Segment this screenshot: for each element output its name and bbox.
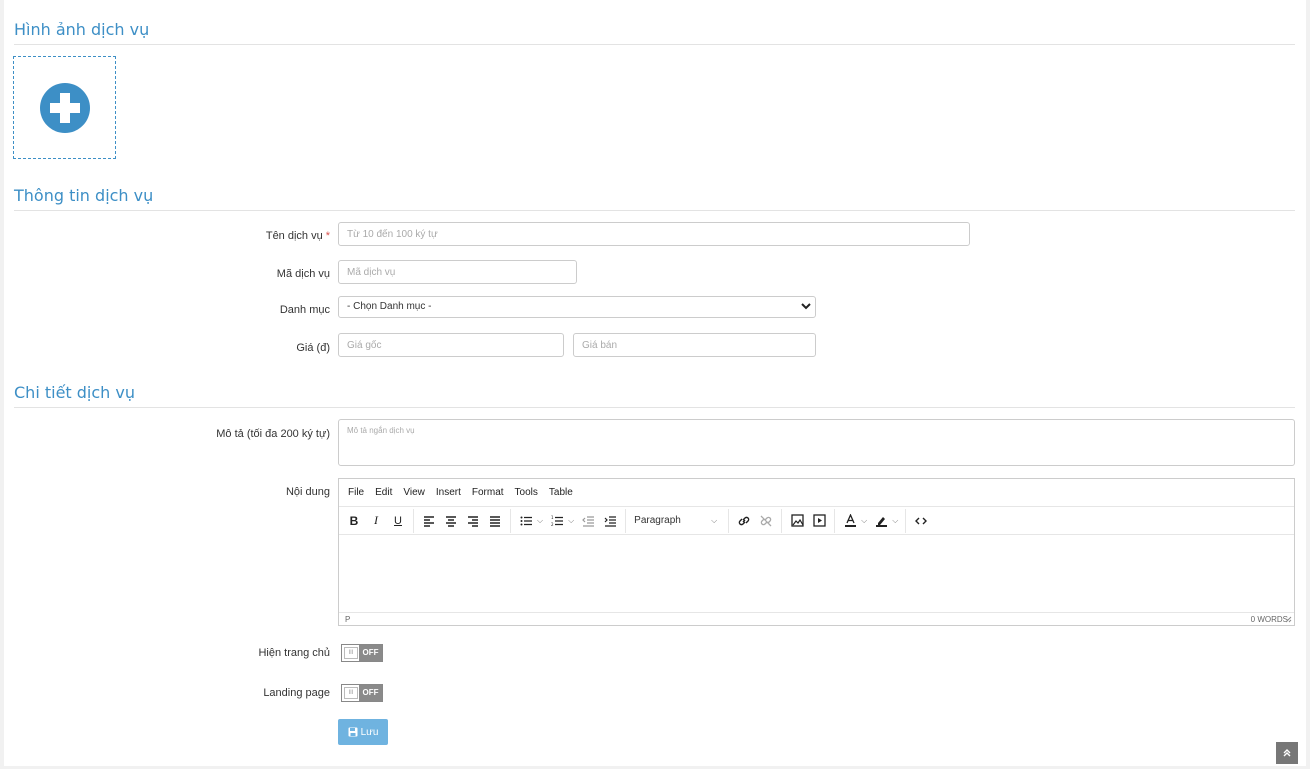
outdent-icon[interactable] — [578, 511, 598, 531]
toolbar-separator — [510, 508, 511, 533]
unlink-icon[interactable] — [756, 511, 776, 531]
section-divider — [14, 407, 1295, 408]
menu-tools[interactable]: Tools — [515, 487, 538, 498]
landing-toggle[interactable]: III OFF — [341, 684, 383, 702]
save-button-label: Lưu — [360, 726, 379, 738]
chevron-down-icon[interactable]: ⌵ — [537, 516, 543, 526]
rich-text-editor: File Edit View Insert Format Tools Table… — [338, 478, 1295, 626]
add-image-button[interactable] — [13, 56, 116, 159]
homepage-toggle-label-row: Hiện trang chủ — [4, 644, 330, 666]
menu-edit[interactable]: Edit — [375, 487, 392, 498]
highlight-color-icon[interactable] — [871, 511, 891, 531]
toggle-state-label: OFF — [359, 645, 382, 661]
editor-content-area[interactable] — [339, 535, 1294, 611]
content-label: Nội dung — [285, 486, 330, 498]
resize-handle-icon[interactable] — [1284, 615, 1292, 623]
align-justify-icon[interactable] — [485, 511, 505, 531]
service-code-label: Mã dịch vụ — [276, 268, 330, 280]
required-marker: * — [325, 230, 330, 242]
category-label: Danh mục — [279, 304, 330, 316]
description-textarea[interactable] — [338, 419, 1295, 466]
numbered-list-icon[interactable]: 12 — [547, 511, 567, 531]
section-title-image: Hình ảnh dịch vụ — [14, 20, 150, 39]
chevron-down-icon[interactable]: ⌵ — [861, 516, 867, 526]
toolbar-separator — [625, 508, 627, 533]
section-divider — [14, 44, 1295, 45]
image-icon[interactable] — [787, 511, 807, 531]
section-divider — [14, 210, 1295, 211]
toggle-knob: III — [344, 647, 358, 659]
indent-icon[interactable] — [600, 511, 620, 531]
chevron-down-icon[interactable]: ⌵ — [892, 516, 898, 526]
category-selected-value: - Chọn Danh mục - — [347, 301, 432, 312]
section-title-detail: Chi tiết dịch vụ — [14, 383, 135, 402]
toolbar-separator — [728, 508, 730, 533]
service-code-label-row: Mã dịch vụ — [4, 264, 330, 286]
toolbar-separator — [413, 508, 414, 533]
toolbar-separator — [834, 508, 836, 533]
italic-icon[interactable]: I — [366, 511, 386, 531]
menu-format[interactable]: Format — [472, 487, 504, 498]
content-label-row: Nội dung — [4, 482, 330, 504]
align-center-icon[interactable] — [441, 511, 461, 531]
plus-circle-icon — [40, 83, 90, 133]
service-name-label-row: Tên dịch vụ * — [4, 226, 330, 248]
original-price-input[interactable] — [338, 333, 564, 357]
toolbar-separator — [781, 508, 783, 533]
block-format-select[interactable]: Paragraph ⌵ — [630, 511, 724, 531]
svg-text:2: 2 — [551, 522, 554, 527]
bold-icon[interactable]: B — [344, 511, 364, 531]
service-code-input[interactable] — [338, 260, 577, 284]
media-icon[interactable] — [809, 511, 829, 531]
scroll-to-top-button[interactable] — [1276, 742, 1298, 764]
bullet-list-icon[interactable] — [516, 511, 536, 531]
category-select[interactable]: - Chọn Danh mục - — [338, 296, 816, 318]
service-name-input[interactable] — [338, 222, 970, 246]
block-format-value: Paragraph — [634, 515, 681, 526]
save-button[interactable]: Lưu — [338, 719, 388, 745]
description-label-row: Mô tả (tối đa 200 ký tự) — [4, 424, 330, 446]
menu-insert[interactable]: Insert — [436, 487, 461, 498]
source-code-icon[interactable] — [911, 511, 931, 531]
link-icon[interactable] — [734, 511, 754, 531]
landing-toggle-label-row: Landing page — [4, 684, 330, 706]
editor-toolbar: B I U ⌵ 12 ⌵ Paragraph ⌵ ⌵ ⌵ — [339, 507, 1294, 535]
toggle-knob: III — [344, 687, 358, 699]
sale-price-input[interactable] — [573, 333, 816, 357]
chevron-down-icon — [801, 303, 811, 310]
homepage-toggle[interactable]: III OFF — [341, 644, 383, 662]
toolbar-separator — [905, 508, 907, 533]
word-count: 0 WORDS — [1250, 614, 1288, 624]
section-title-info: Thông tin dịch vụ — [14, 186, 154, 205]
editor-statusbar: P 0 WORDS — [339, 612, 1294, 625]
align-left-icon[interactable] — [419, 511, 439, 531]
element-path[interactable]: P — [345, 615, 350, 624]
align-right-icon[interactable] — [463, 511, 483, 531]
toggle-state-label: OFF — [359, 685, 382, 701]
homepage-toggle-label: Hiện trang chủ — [258, 647, 330, 659]
price-label-row: Giá (đ) — [4, 338, 330, 360]
chevron-down-icon: ⌵ — [711, 515, 718, 525]
landing-toggle-label: Landing page — [263, 687, 330, 699]
menu-view[interactable]: View — [403, 487, 425, 498]
svg-text:1: 1 — [551, 515, 554, 520]
menu-file[interactable]: File — [348, 487, 364, 498]
category-label-row: Danh mục — [4, 300, 330, 322]
text-color-icon[interactable] — [840, 511, 860, 531]
menu-table[interactable]: Table — [549, 487, 573, 498]
editor-menubar: File Edit View Insert Format Tools Table — [339, 479, 1294, 507]
chevron-down-icon[interactable]: ⌵ — [568, 516, 574, 526]
floppy-icon — [348, 727, 358, 737]
service-form-page: Hình ảnh dịch vụ Thông tin dịch vụ Tên d… — [4, 0, 1306, 766]
double-chevron-up-icon — [1283, 749, 1291, 757]
service-name-label: Tên dịch vụ * — [265, 230, 330, 242]
underline-icon[interactable]: U — [388, 511, 408, 531]
price-label: Giá (đ) — [296, 342, 330, 354]
description-label: Mô tả (tối đa 200 ký tự) — [216, 428, 330, 440]
